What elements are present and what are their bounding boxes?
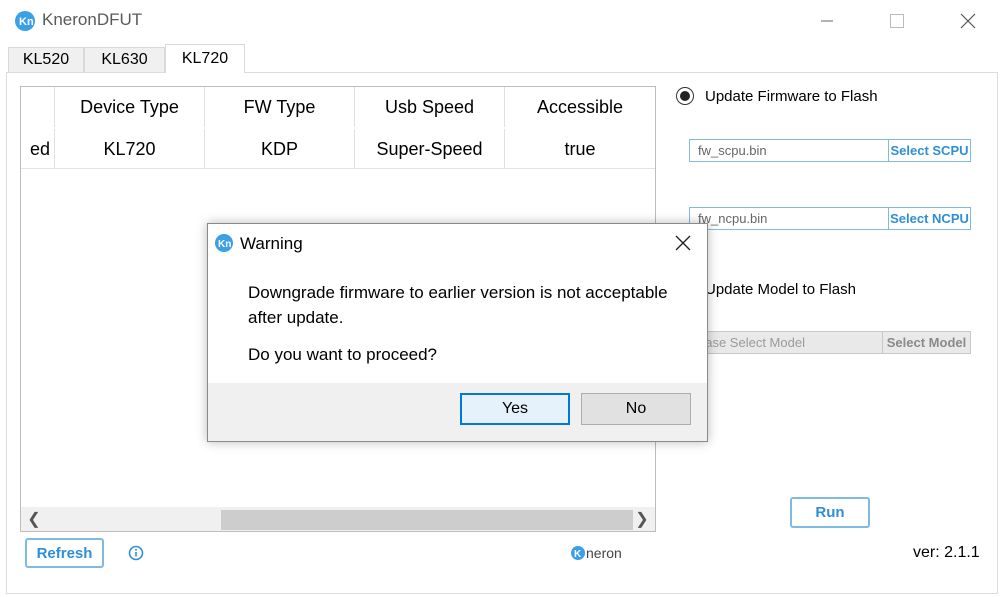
svg-text:K: K	[574, 549, 582, 560]
kneron-logo-icon: Kn	[214, 233, 234, 253]
radio-update-firmware[interactable]	[676, 87, 694, 105]
table-cell[interactable]: KL720	[55, 129, 205, 169]
maximize-button[interactable]	[874, 0, 920, 42]
close-icon	[675, 235, 691, 251]
close-window-button[interactable]	[945, 0, 991, 42]
table-cell[interactable]: KDP	[205, 129, 355, 169]
tab-kl630[interactable]: KL630	[84, 47, 165, 72]
scpu-file-input[interactable]: fw_scpu.bin	[689, 139, 889, 162]
radio-label-model: Update Model to Flash	[705, 281, 856, 298]
no-button[interactable]: No	[581, 393, 691, 425]
table-cell[interactable]: ed	[21, 129, 55, 169]
column-header-fw-type[interactable]: FW Type	[205, 87, 355, 127]
warning-dialog: Kn Warning Downgrade firmware to earlier…	[207, 223, 708, 442]
radio-label-firmware: Update Firmware to Flash	[705, 88, 878, 105]
chevron-left-icon[interactable]: ❮	[23, 507, 45, 531]
dialog-title: Warning	[240, 234, 303, 253]
column-header-accessible[interactable]: Accessible	[505, 87, 655, 127]
version-label: ver: 2.1.1	[913, 544, 980, 561]
model-file-input: ease Select Model	[689, 331, 883, 354]
refresh-button[interactable]: Refresh	[25, 538, 104, 568]
tab-kl520[interactable]: KL520	[8, 47, 84, 72]
table-cell[interactable]: Super-Speed	[355, 129, 505, 169]
column-header-device-type[interactable]: Device Type	[55, 87, 205, 127]
minimize-icon	[821, 20, 833, 22]
tab-kl720[interactable]: KL720	[165, 44, 245, 73]
dialog-close-button[interactable]	[668, 230, 698, 256]
column-header-usb-speed[interactable]: Usb Speed	[355, 87, 505, 127]
column-header-partial	[21, 87, 55, 127]
maximize-icon	[890, 14, 904, 28]
app-title: KneronDFUT	[42, 10, 143, 29]
info-icon[interactable]	[128, 545, 144, 561]
scrollbar-thumb[interactable]	[221, 510, 633, 530]
ncpu-file-input[interactable]: fw_ncpu.bin	[689, 207, 889, 230]
svg-text:Kn: Kn	[218, 239, 231, 250]
kneron-logo-icon: Kn	[14, 10, 36, 32]
table-cell[interactable]: true	[505, 129, 655, 169]
svg-text:neron: neron	[586, 545, 622, 561]
select-scpu-button[interactable]: Select SCPU	[888, 139, 971, 162]
dialog-question: Do you want to proceed?	[248, 345, 438, 364]
title-bar	[0, 0, 1003, 42]
run-button[interactable]: Run	[790, 497, 870, 528]
minimize-button[interactable]	[804, 0, 850, 42]
close-icon	[960, 13, 976, 29]
select-model-button: Select Model	[882, 331, 971, 354]
kneron-brand-logo: K neron	[570, 543, 630, 563]
dialog-message: Downgrade firmware to earlier version is…	[248, 283, 668, 327]
row-divider	[21, 168, 655, 169]
yes-button[interactable]: Yes	[460, 393, 570, 425]
radio-selected-dot	[680, 91, 690, 101]
select-ncpu-button[interactable]: Select NCPU	[888, 207, 971, 230]
svg-text:Kn: Kn	[19, 16, 34, 28]
chevron-right-icon[interactable]: ❯	[631, 507, 653, 531]
